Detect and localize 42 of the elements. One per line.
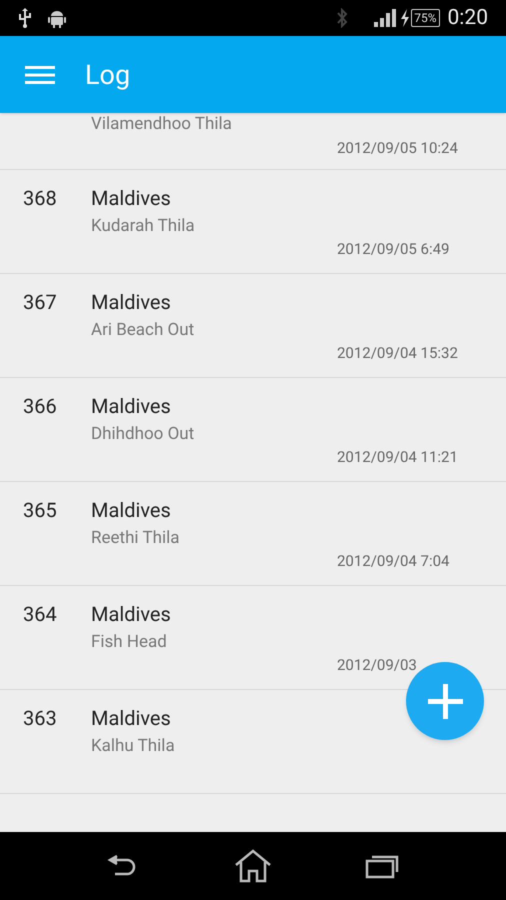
entry-date: 2012/09/04 7:04	[337, 551, 450, 571]
entry-number: 364	[23, 602, 57, 626]
entry-number: 363	[23, 706, 57, 730]
dive-site: Dhihdhoo Out	[91, 423, 194, 445]
entry-date: 2012/09/05 6:49	[337, 239, 450, 259]
log-entry[interactable]: 366 Maldives Dhihdhoo Out 2012/09/04 11:21	[0, 378, 506, 482]
signal-icon	[374, 8, 396, 28]
bluetooth-icon	[336, 8, 348, 28]
entry-number: 368	[23, 186, 57, 210]
entry-date: 2012/09/04 11:21	[337, 447, 459, 467]
clock-text: 0:20	[448, 6, 488, 30]
dive-site: Fish Head	[91, 631, 167, 653]
location-title: Maldives	[91, 394, 171, 418]
entry-date: 2012/09/05 10:24	[337, 138, 459, 158]
dive-site: Kalhu Thila	[91, 735, 175, 757]
dive-site: Ari Beach Out	[91, 319, 194, 341]
usb-icon	[18, 8, 32, 28]
location-title: Maldives	[91, 290, 171, 314]
battery-indicator: 75%	[411, 9, 440, 27]
android-icon	[47, 8, 67, 28]
recent-apps-icon[interactable]	[365, 853, 400, 879]
location-title: Maldives	[91, 186, 171, 210]
plus-icon	[428, 684, 462, 718]
entry-number: 367	[23, 290, 57, 314]
home-icon[interactable]	[234, 849, 272, 883]
menu-icon[interactable]	[25, 64, 55, 84]
log-entry[interactable]: 365 Maldives Reethi Thila 2012/09/04 7:04	[0, 482, 506, 586]
log-entry[interactable]: Vilamendhoo Thila 2012/09/05 10:24	[0, 113, 506, 170]
dive-site: Reethi Thila	[91, 527, 180, 549]
entry-date: 2012/09/04 15:32	[337, 343, 459, 363]
dive-site: Kudarah Thila	[91, 215, 195, 237]
location-title: Maldives	[91, 706, 171, 730]
log-entry[interactable]: 367 Maldives Ari Beach Out 2012/09/04 15:32	[0, 274, 506, 378]
location-title: Maldives	[91, 498, 171, 522]
log-entry[interactable]: 368 Maldives Kudarah Thila 2012/09/05 6:49	[0, 170, 506, 274]
screen-title: Log	[85, 58, 130, 90]
location-title: Maldives	[91, 602, 171, 626]
entry-number: 366	[23, 394, 57, 418]
charging-icon	[400, 8, 410, 28]
dive-site: Vilamendhoo Thila	[91, 113, 232, 135]
entry-number: 365	[23, 498, 57, 522]
entry-date: 2012/09/03	[337, 655, 418, 675]
